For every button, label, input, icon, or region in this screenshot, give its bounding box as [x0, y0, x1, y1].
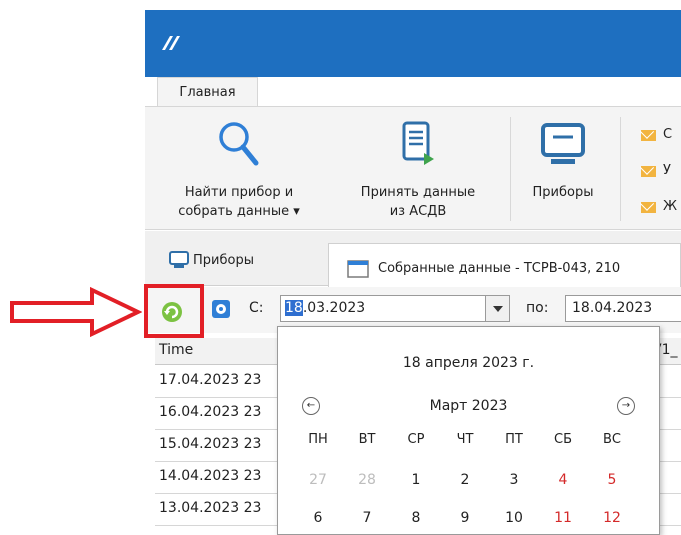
calendar-day[interactable]: 2 — [445, 472, 485, 488]
title-bar — [145, 10, 681, 77]
weekday-label: СР — [407, 432, 425, 447]
ribbon: Найти прибор и собрать данные ▾ Принять … — [145, 106, 681, 230]
cell-time: 14.04.2023 23 — [159, 468, 262, 484]
tab-devices-label: Приборы — [193, 252, 254, 268]
window-icon — [347, 260, 369, 278]
mini-item-label: С — [663, 127, 673, 142]
find-device-label-1: Найти прибор и — [184, 185, 294, 200]
calendar-day[interactable]: 11 — [543, 510, 583, 526]
calendar-day[interactable]: 5 — [592, 472, 632, 488]
to-label: по: — [526, 300, 549, 316]
calendar-day[interactable]: 6 — [298, 510, 338, 526]
tab-collected-data-label: Собранные данные - ТСРВ-043, 210 — [378, 261, 621, 276]
tab-collected-data[interactable]: Собранные данные - ТСРВ-043, 210 — [328, 243, 681, 287]
weekday-label: ПН — [308, 432, 328, 447]
find-device-label-2: собрать данные ▾ — [178, 204, 300, 219]
calendar-day[interactable]: 7 — [347, 510, 387, 526]
document-tabs: Приборы Собранные данные - ТСРВ-043, 210 — [145, 231, 681, 287]
mini-item-label: Ж — [663, 199, 678, 214]
weekday-label: ВТ — [358, 432, 376, 447]
weekday-label: ЧТ — [456, 432, 474, 447]
ribbon-separator — [510, 117, 511, 221]
envelope-icon — [641, 130, 656, 141]
calendar-day[interactable]: 12 — [592, 510, 632, 526]
devices-button[interactable]: Приборы — [517, 107, 609, 231]
app-logo-icon — [162, 36, 180, 50]
document-import-icon — [402, 121, 434, 165]
tab-devices[interactable]: Приборы — [169, 250, 254, 270]
monitor-icon — [169, 251, 189, 268]
ribbon-mini-item[interactable]: С — [641, 127, 681, 143]
ribbon-mini-item[interactable]: Ж — [641, 199, 681, 215]
annotation-arrow — [10, 286, 142, 338]
date-from-dropdown-button[interactable] — [485, 295, 510, 322]
envelope-icon — [641, 202, 656, 213]
devices-label: Приборы — [532, 185, 594, 200]
date-from-input[interactable]: 18.03.2023 — [280, 295, 510, 322]
date-from-selection: 18 — [285, 300, 303, 316]
date-to-input[interactable]: 18.04.2023 — [565, 295, 681, 322]
find-device-button[interactable]: Найти прибор и собрать данные ▾ — [159, 107, 319, 231]
ribbon-mini-item[interactable]: У — [641, 163, 681, 179]
calendar-day[interactable]: 28 — [347, 472, 387, 488]
cell-time: 15.04.2023 23 — [159, 436, 262, 452]
calendar-popup: 18 апреля 2023 г. ← Март 2023 → ПН ВТ СР… — [277, 326, 660, 535]
calendar-day[interactable]: 9 — [445, 510, 485, 526]
calendar-day[interactable]: 1 — [396, 472, 436, 488]
receive-data-button[interactable]: Принять данные из АСДВ — [337, 107, 499, 231]
calendar-day[interactable]: 3 — [494, 472, 534, 488]
receive-data-label-2: из АСДВ — [389, 204, 447, 219]
from-label: С: — [249, 300, 264, 316]
calendar-day[interactable]: 4 — [543, 472, 583, 488]
calendar-today-label[interactable]: 18 апреля 2023 г. — [278, 355, 659, 371]
next-month-icon[interactable]: → — [617, 397, 635, 415]
calendar-day[interactable]: 8 — [396, 510, 436, 526]
cell-time: 17.04.2023 23 — [159, 372, 262, 388]
weekday-label: СБ — [554, 432, 572, 447]
calendar-day[interactable]: 10 — [494, 510, 534, 526]
search-icon — [219, 122, 259, 166]
cell-time: 13.04.2023 23 — [159, 500, 262, 516]
annotation-highlight-box — [144, 284, 204, 338]
cell-time: 16.04.2023 23 — [159, 404, 262, 420]
calendar-month-label[interactable]: Март 2023 — [278, 398, 659, 414]
envelope-icon — [641, 166, 656, 177]
weekday-label: ВС — [603, 432, 621, 447]
receive-data-label-1: Принять данные — [360, 185, 476, 200]
column-header-time[interactable]: Time — [159, 342, 193, 358]
calendar-day[interactable]: 27 — [298, 472, 338, 488]
weekday-label: ПТ — [505, 432, 523, 447]
ribbon-separator — [620, 117, 621, 221]
date-from-rest: .03.2023 — [302, 300, 366, 316]
monitor-icon — [541, 123, 585, 164]
settings-icon[interactable] — [210, 298, 232, 320]
tab-main[interactable]: Главная — [157, 77, 258, 107]
mini-item-label: У — [663, 163, 671, 178]
